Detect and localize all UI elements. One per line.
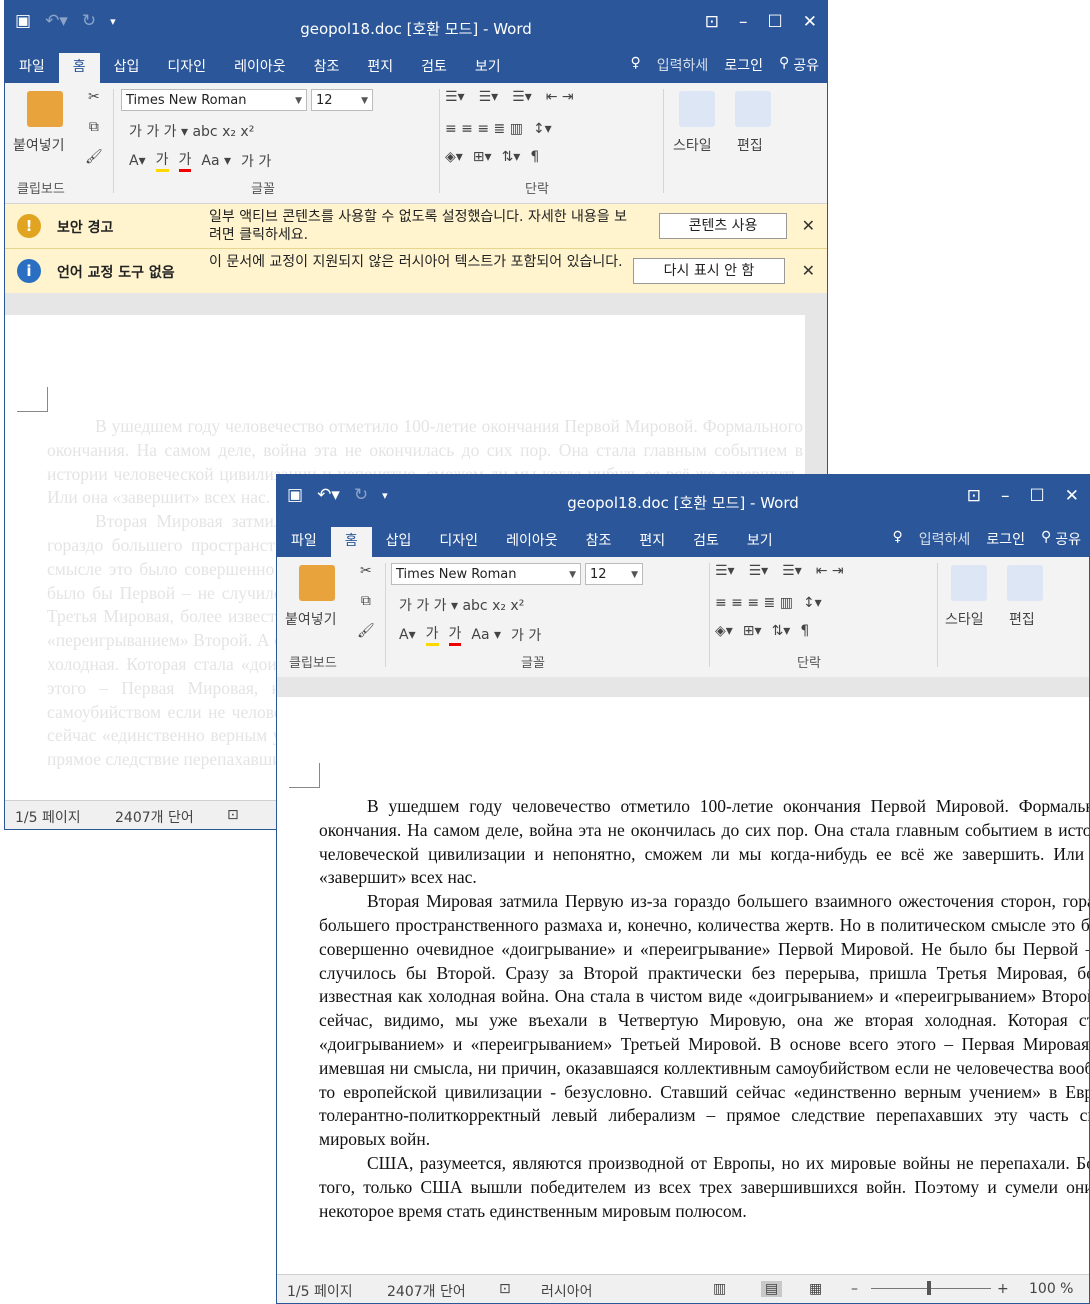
styles-button[interactable]: 스타일 [673,135,712,155]
proofing-icon[interactable]: ⊡ [499,1281,511,1297]
ribbon-tabs: 파일 홈 삽입 디자인 레이아웃 참조 편지 검토 보기 ♀ 입력하세 로그인 … [5,47,827,83]
web-layout-icon[interactable]: ▦ [809,1281,822,1297]
title-bar: ▣ ↶▾ ↻ ▾ geopol18.doc [호환 모드] - Word ⊡ –… [5,1,827,47]
tab-insert[interactable]: 삽입 [372,527,426,557]
language-warning-title: 언어 교정 도구 없음 [57,265,175,281]
editing-icon[interactable] [1007,565,1043,601]
security-warning-title: 보안 경고 [57,220,114,236]
font-group-label: 글꼴 [521,656,545,671]
tell-me-box[interactable]: 입력하세 [919,529,971,549]
dont-show-again-button[interactable]: 다시 표시 안 함 [633,258,785,284]
document-area: В ушедшем году человечество отметило 100… [277,677,1089,1249]
editing-button[interactable]: 편집 [737,135,763,155]
document-page[interactable]: В ушедшем году человечество отметило 100… [277,697,1089,1249]
tab-file[interactable]: 파일 [277,527,331,557]
editing-button[interactable]: 편집 [1009,609,1035,629]
share-button[interactable]: 공유 [793,55,819,75]
styles-button[interactable]: 스타일 [945,609,984,629]
status-bar: 1/5 페이지 2407개 단어 ⊡ 러시아어 ▥ ▤ ▦ – + 100 % [277,1274,1089,1303]
tab-mailings[interactable]: 편지 [353,53,407,83]
styles-icon[interactable] [679,91,715,127]
editing-icon[interactable] [735,91,771,127]
paragraph-group-label: 단락 [797,656,821,671]
word-count[interactable]: 2407개 단어 [115,807,194,827]
info-icon: i [17,259,41,283]
minimize-button[interactable]: – [739,12,748,32]
ribbon-display-icon[interactable]: ⊡ [967,486,981,506]
clipboard-group-label: 클립보드 [289,656,337,671]
tab-insert[interactable]: 삽입 [100,53,154,83]
person-icon: ⚲ [1040,529,1052,545]
page-corner-mark [17,387,48,412]
paragraph-2[interactable]: Вторая Мировая затмила Первую из-за гора… [319,890,1089,1152]
tab-references[interactable]: 참조 [572,527,626,557]
tab-layout[interactable]: 레이아웃 [220,53,300,83]
clipboard-group-label: 클립보드 [17,182,65,197]
security-warning-bar: ! 보안 경고 일부 액티브 콘텐츠를 사용할 수 없도록 설정했습니다. 자세… [5,204,827,249]
login-link[interactable]: 로그인 [724,55,763,75]
tab-layout[interactable]: 레이아웃 [492,527,572,557]
language-warning-bar: i 언어 교정 도구 없음 이 문서에 교정이 지원되지 않은 러시아어 텍스트… [5,249,827,294]
ribbon-display-icon[interactable]: ⊡ [705,12,719,32]
login-link[interactable]: 로그인 [986,529,1025,549]
font-group-label: 글꼴 [251,182,275,197]
tab-view[interactable]: 보기 [733,527,787,557]
close-security-bar-icon[interactable]: ✕ [802,216,815,235]
maximize-button[interactable]: ☐ [1030,486,1045,506]
ribbon: 붙여넣기 ✂ ⧉ 🖌 클립보드 Times New Roman ▼ 12 ▼ 가 가… [5,83,827,204]
enable-content-button[interactable]: 콘텐츠 사용 [659,213,787,239]
zoom-out-icon[interactable]: – [851,1281,858,1297]
word-count[interactable]: 2407개 단어 [387,1281,466,1301]
tab-design[interactable]: 디자인 [425,527,492,557]
paragraph-group-label: 단락 [525,182,549,197]
tab-mailings[interactable]: 편지 [625,527,679,557]
warning-shield-icon: ! [17,214,41,238]
print-layout-icon[interactable]: ▤ [761,1281,783,1297]
lightbulb-icon: ♀ [892,529,903,545]
window-title: geopol18.doc [호환 모드] - Word [300,20,532,38]
zoom-slider-thumb[interactable] [927,1281,931,1295]
minimize-button[interactable]: – [1001,486,1010,506]
tab-references[interactable]: 참조 [300,53,354,83]
share-button[interactable]: 공유 [1055,529,1081,549]
tab-file[interactable]: 파일 [5,53,59,83]
page-corner-mark [289,763,320,788]
title-bar: ▣ ↶▾ ↻ ▾ geopol18.doc [호환 모드] - Word ⊡ –… [277,475,1089,521]
person-icon: ⚲ [778,55,790,71]
language-indicator[interactable]: 러시아어 [541,1281,593,1301]
proofing-icon[interactable]: ⊡ [227,807,239,823]
paragraph-3[interactable]: США, разумеется, являются производной от… [319,1152,1089,1223]
ribbon: 붙여넣기 ✂ ⧉ 🖌 클립보드 Times New Roman ▼ 12 ▼ 가 가… [277,557,1089,678]
tab-review[interactable]: 검토 [679,527,733,557]
zoom-slider[interactable] [871,1288,991,1289]
tab-home[interactable]: 홈 [58,53,100,83]
read-mode-icon[interactable]: ▥ [713,1281,726,1297]
language-warning-text: 이 문서에 교정이 지원되지 않은 러시아어 텍스트가 포함되어 있습니다. [209,254,623,270]
close-language-bar-icon[interactable]: ✕ [802,261,815,280]
tab-review[interactable]: 검토 [407,53,461,83]
document-text[interactable]: В ушедшем году человечество отметило 100… [319,795,1089,1223]
tab-home[interactable]: 홈 [330,527,372,557]
page-count[interactable]: 1/5 페이지 [287,1281,353,1301]
styles-icon[interactable] [951,565,987,601]
lightbulb-icon: ♀ [630,55,641,71]
page-count[interactable]: 1/5 페이지 [15,807,81,827]
maximize-button[interactable]: ☐ [768,12,783,32]
zoom-in-icon[interactable]: + [997,1281,1009,1297]
tab-design[interactable]: 디자인 [153,53,220,83]
tell-me-box[interactable]: 입력하세 [657,55,709,75]
close-button[interactable]: ✕ [1065,486,1079,506]
close-button[interactable]: ✕ [803,12,817,32]
zoom-level[interactable]: 100 % [1029,1281,1073,1297]
word-window-foreground: ▣ ↶▾ ↻ ▾ geopol18.doc [호환 모드] - Word ⊡ –… [276,474,1090,1304]
paragraph-1[interactable]: В ушедшем году человечество отметило 100… [319,795,1089,890]
security-warning-text[interactable]: 일부 액티브 콘텐츠를 사용할 수 없도록 설정했습니다. 자세한 내용을 보려… [209,208,629,244]
tab-view[interactable]: 보기 [461,53,515,83]
ribbon-tabs: 파일 홈 삽입 디자인 레이아웃 참조 편지 검토 보기 ♀ 입력하세 로그인 … [277,521,1089,557]
